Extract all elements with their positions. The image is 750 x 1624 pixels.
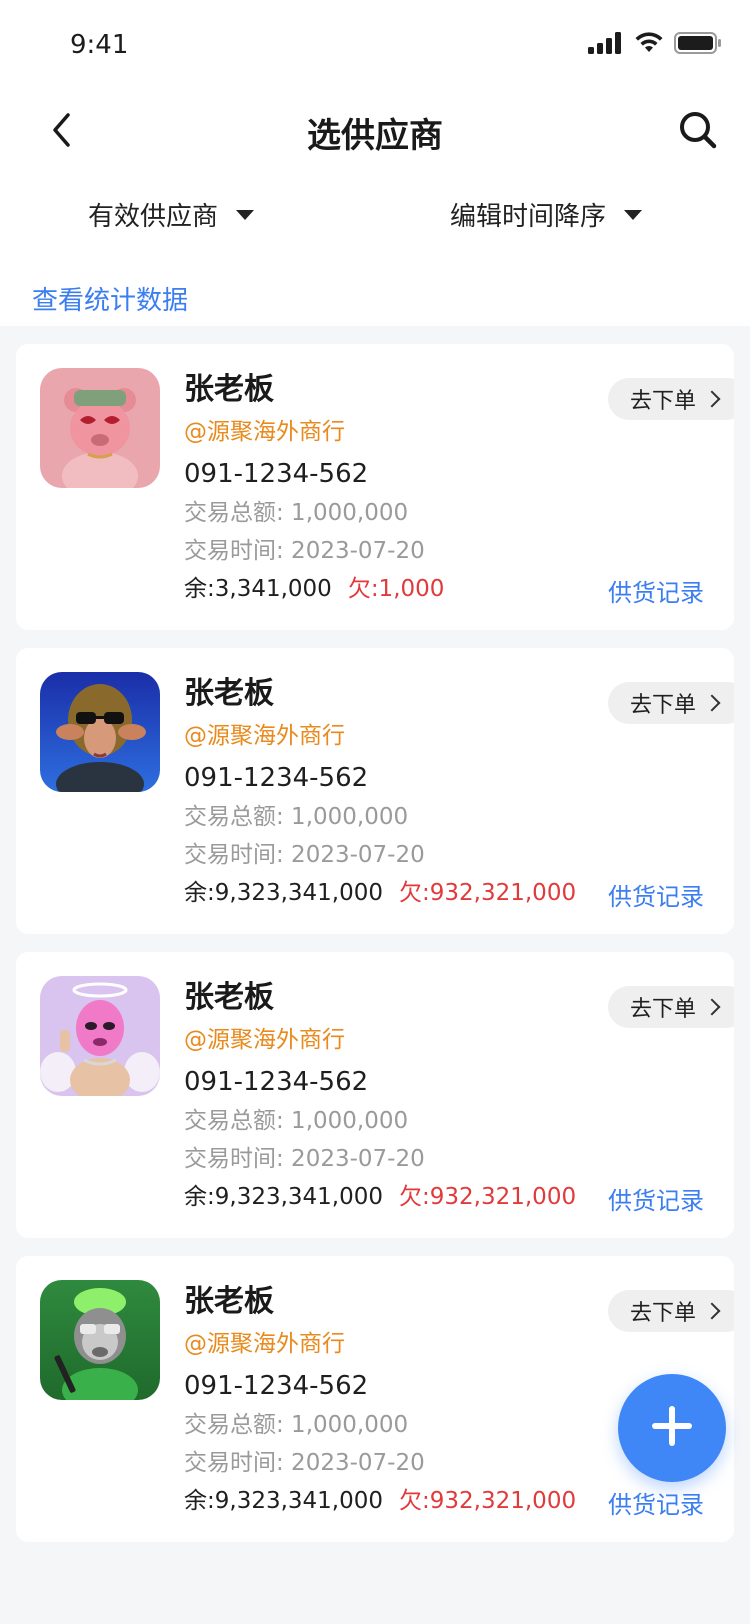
supplier-card[interactable]: 张老板 @源聚海外商行 091-1234-562 交易总额: 1,000,000… bbox=[16, 344, 734, 630]
debt-amount: 欠:1,000 bbox=[347, 576, 445, 602]
nav-bar: 选供应商 bbox=[0, 96, 750, 168]
search-button[interactable] bbox=[670, 104, 726, 160]
debt-amount: 欠:932,321,000 bbox=[399, 880, 577, 906]
place-order-button[interactable]: 去下单 bbox=[607, 378, 734, 420]
chevron-right-icon bbox=[703, 390, 721, 408]
transaction-time: 交易时间: 2023-07-20 bbox=[184, 1146, 425, 1172]
status-time: 9:41 bbox=[70, 30, 129, 60]
status-filter-dropdown[interactable]: 有效供应商 bbox=[88, 196, 255, 233]
debt-amount: 欠:932,321,000 bbox=[399, 1488, 577, 1514]
supply-records-link[interactable]: 供货记录 bbox=[608, 1485, 704, 1520]
status-bar: 9:41 bbox=[0, 0, 750, 96]
place-order-button[interactable]: 去下单 bbox=[607, 682, 734, 724]
chevron-right-icon bbox=[703, 1302, 721, 1320]
sort-filter-dropdown[interactable]: 编辑时间降序 bbox=[450, 196, 643, 233]
chevron-right-icon bbox=[703, 694, 721, 712]
pink-bear-avatar bbox=[40, 368, 160, 488]
balance-amount: 余:9,323,341,000 bbox=[184, 1184, 384, 1210]
supplier-card[interactable]: 张老板 @源聚海外商行 091-1234-562 交易总额: 1,000,000… bbox=[16, 952, 734, 1238]
filter-bar: 有效供应商 编辑时间降序 bbox=[0, 196, 750, 248]
transaction-total: 交易总额: 1,000,000 bbox=[184, 1108, 409, 1134]
place-order-label: 去下单 bbox=[629, 1301, 696, 1326]
plus-icon bbox=[650, 1404, 694, 1452]
place-order-label: 去下单 bbox=[629, 693, 696, 718]
search-icon bbox=[678, 110, 718, 154]
place-order-label: 去下单 bbox=[629, 997, 696, 1022]
chevron-right-icon bbox=[703, 998, 721, 1016]
balance-amount: 余:9,323,341,000 bbox=[184, 1488, 384, 1514]
supply-records-link[interactable]: 供货记录 bbox=[608, 573, 704, 608]
supply-records-link[interactable]: 供货记录 bbox=[608, 877, 704, 912]
debt-amount: 欠:932,321,000 bbox=[399, 1184, 577, 1210]
view-stats-link[interactable]: 查看统计数据 bbox=[32, 280, 188, 317]
supplier-phone: 091-1234-562 bbox=[184, 763, 369, 793]
green-monkey-avatar bbox=[40, 1280, 160, 1400]
signal-icon bbox=[588, 32, 624, 58]
transaction-total: 交易总额: 1,000,000 bbox=[184, 500, 409, 526]
top-section: 9:41 选供应商 有效供应商 编辑时间降序 查看统计数据 bbox=[0, 0, 750, 326]
transaction-total: 交易总额: 1,000,000 bbox=[184, 804, 409, 830]
transaction-time: 交易时间: 2023-07-20 bbox=[184, 842, 425, 868]
supplier-phone: 091-1234-562 bbox=[184, 459, 369, 489]
transaction-time: 交易时间: 2023-07-20 bbox=[184, 538, 425, 564]
caret-down-icon bbox=[236, 209, 255, 220]
caret-down-icon bbox=[624, 209, 643, 220]
add-supplier-button[interactable] bbox=[618, 1374, 726, 1482]
sort-filter-label: 编辑时间降序 bbox=[450, 202, 607, 232]
status-icons bbox=[588, 32, 722, 58]
supply-records-link[interactable]: 供货记录 bbox=[608, 1181, 704, 1216]
wifi-icon bbox=[634, 32, 664, 58]
balance-amount: 余:9,323,341,000 bbox=[184, 880, 384, 906]
status-filter-label: 有效供应商 bbox=[88, 202, 219, 232]
balance-amount: 余:3,341,000 bbox=[184, 576, 332, 602]
pink-mask-angel-avatar bbox=[40, 976, 160, 1096]
place-order-button[interactable]: 去下单 bbox=[607, 1290, 734, 1332]
battery-icon bbox=[674, 32, 722, 58]
place-order-button[interactable]: 去下单 bbox=[607, 986, 734, 1028]
page-title: 选供应商 bbox=[307, 116, 443, 156]
place-order-label: 去下单 bbox=[629, 389, 696, 414]
supplier-phone: 091-1234-562 bbox=[184, 1067, 369, 1097]
supplier-list: 张老板 @源聚海外商行 091-1234-562 交易总额: 1,000,000… bbox=[16, 344, 734, 1560]
supplier-card[interactable]: 张老板 @源聚海外商行 091-1234-562 交易总额: 1,000,000… bbox=[16, 648, 734, 934]
sheep-sunglasses-avatar bbox=[40, 672, 160, 792]
